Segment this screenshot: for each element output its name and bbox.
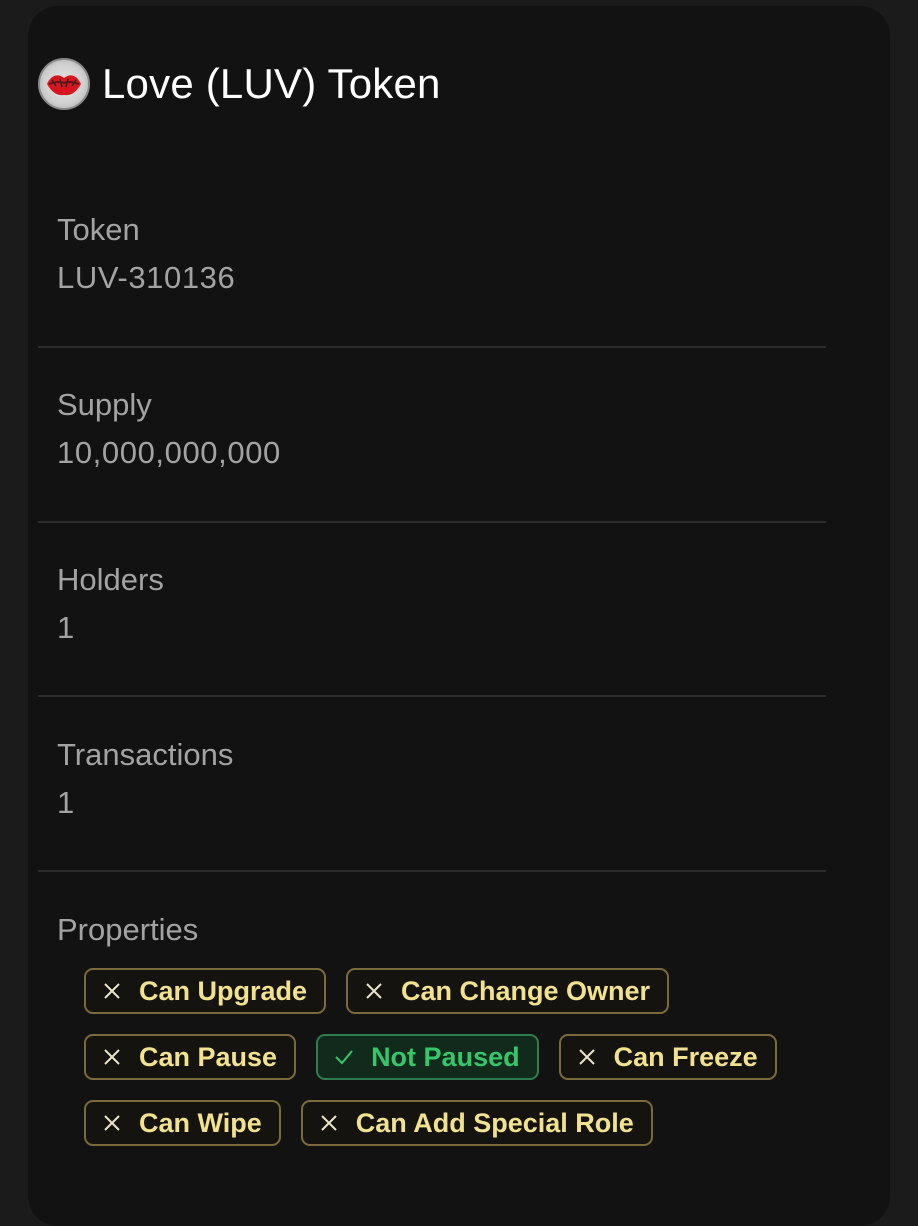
badge-label: Not Paused (371, 1041, 520, 1072)
detail-row-supply: Supply 10,000,000,000 (38, 387, 826, 507)
x-icon (321, 1115, 337, 1131)
x-icon (578, 1049, 595, 1065)
detail-label: Holders (57, 562, 164, 597)
badge-label: Can Change Owner (401, 975, 651, 1006)
detail-value: LUV-310136 (57, 260, 236, 295)
badge-label: Can Add Special Role (355, 1107, 634, 1138)
token-header: Love (LUV) Token (38, 58, 441, 110)
detail-row-token: Token LUV-310136 (38, 212, 826, 332)
detail-label: Transactions (57, 737, 234, 772)
badge-label: Can Pause (139, 1041, 278, 1072)
detail-label: Token (57, 212, 140, 247)
property-badge-can-change-owner: Can Change Owner (346, 968, 670, 1014)
badge-label: Can Freeze (613, 1041, 758, 1072)
property-badge-can-upgrade: Can Upgrade (84, 968, 327, 1014)
check-icon (335, 1050, 353, 1065)
detail-row-transactions: Transactions 1 (38, 737, 826, 857)
divider (38, 870, 826, 872)
divider (38, 695, 826, 697)
page-title: Love (LUV) Token (102, 60, 441, 107)
detail-value: 1 (57, 610, 75, 645)
property-badge-can-freeze: Can Freeze (558, 1034, 777, 1080)
detail-label: Supply (57, 387, 152, 422)
x-icon (366, 983, 382, 999)
lips-kiss-logo-icon (38, 58, 90, 110)
property-badge-can-wipe: Can Wipe (84, 1100, 281, 1146)
detail-row-properties: Properties (38, 912, 826, 962)
divider (38, 521, 826, 523)
badge-label: Can Upgrade (139, 975, 308, 1006)
property-badge-can-pause: Can Pause (84, 1034, 297, 1080)
divider (38, 346, 826, 348)
detail-value: 10,000,000,000 (57, 435, 281, 470)
badge-label: Can Wipe (139, 1107, 262, 1138)
x-icon (104, 1049, 120, 1065)
property-badge-can-add-special-role: Can Add Special Role (300, 1100, 653, 1146)
property-badge-not-paused: Not Paused (316, 1034, 539, 1080)
x-icon (104, 983, 120, 999)
detail-value: 1 (57, 785, 75, 820)
property-badges: Can Upgrade Can Change Owner Can Pause N… (84, 968, 844, 1166)
detail-row-holders: Holders 1 (38, 562, 826, 682)
properties-label: Properties (57, 912, 199, 947)
x-icon (104, 1115, 120, 1131)
